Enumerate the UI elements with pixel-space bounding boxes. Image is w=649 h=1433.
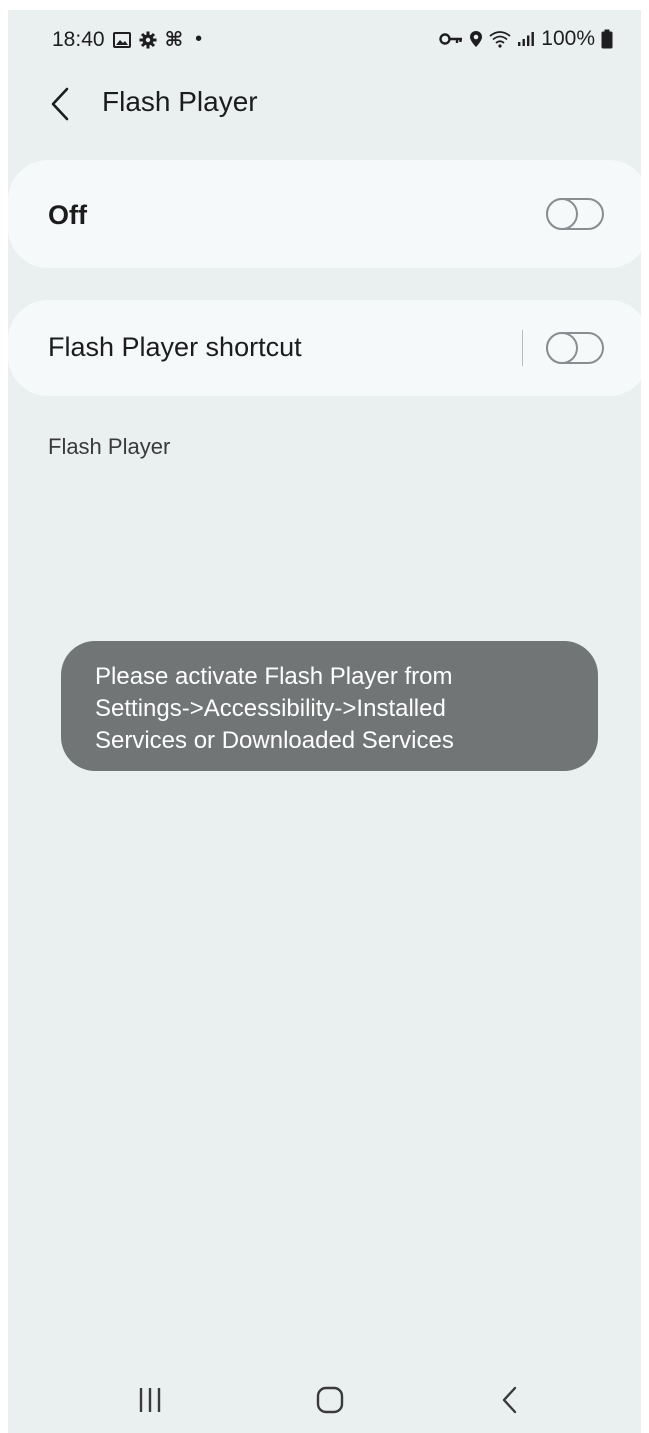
status-bar: 18:40 ⌘ • 100% <box>8 10 641 68</box>
dot-icon: • <box>195 28 203 50</box>
main-toggle-card[interactable]: Off <box>8 160 641 268</box>
toast-line: Please activate Flash Player from <box>95 663 453 690</box>
shortcut-label: Flash Player shortcut <box>48 332 302 362</box>
nav-back-button[interactable] <box>480 1380 540 1420</box>
key-icon <box>439 32 463 46</box>
command-icon: ⌘ <box>164 29 184 51</box>
location-icon <box>469 30 483 48</box>
navigation-bar <box>8 1360 641 1433</box>
switch-knob <box>546 332 578 364</box>
chevron-left-icon <box>51 87 69 121</box>
gallery-icon <box>112 31 131 48</box>
toast-line: Settings->Accessibility->Installed <box>95 695 446 722</box>
back-button[interactable] <box>38 82 82 126</box>
settings-icon <box>139 31 157 49</box>
vertical-divider <box>522 330 523 366</box>
main-toggle-label: Off <box>48 200 87 230</box>
shortcut-card[interactable]: Flash Player shortcut <box>8 300 641 396</box>
wifi-icon <box>489 30 511 48</box>
toast-message: Please activate Flash Player from Settin… <box>61 641 598 771</box>
battery-percent: 100% <box>541 27 595 50</box>
switch-knob <box>546 198 578 230</box>
status-right: 100% <box>439 27 613 51</box>
status-left: 18:40 ⌘ • <box>52 27 202 52</box>
screen: 18:40 ⌘ • 100% Flash Player Off Flash Pl… <box>8 10 641 1433</box>
toast-line: Services or Downloaded Services <box>95 727 454 754</box>
recents-icon <box>139 1388 161 1412</box>
signal-icon <box>517 31 535 47</box>
back-icon <box>502 1386 517 1414</box>
status-time: 18:40 <box>52 27 105 51</box>
recents-button[interactable] <box>120 1380 180 1420</box>
main-toggle-switch[interactable] <box>546 198 604 230</box>
section-caption: Flash Player <box>48 434 171 459</box>
page-title: Flash Player <box>102 86 258 117</box>
home-icon <box>316 1386 344 1414</box>
home-button[interactable] <box>300 1380 360 1420</box>
battery-icon <box>601 29 613 49</box>
app-bar: Flash Player <box>8 68 641 140</box>
shortcut-toggle-switch[interactable] <box>546 332 604 364</box>
